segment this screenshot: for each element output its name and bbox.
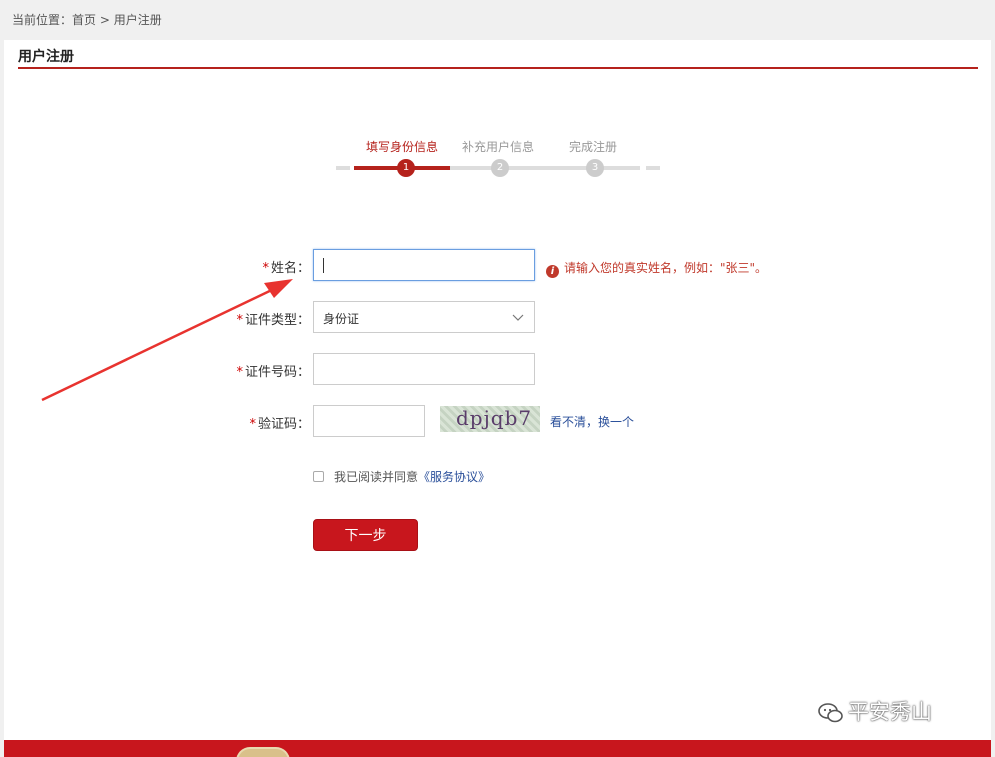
wechat-icon: [818, 703, 843, 723]
watermark-text: 平安秀山: [848, 700, 932, 724]
watermark: 平安秀山: [818, 696, 932, 726]
emblem-icon: [236, 747, 290, 757]
footer-bar: [4, 740, 991, 757]
arrow-annotation: [41, 279, 293, 402]
